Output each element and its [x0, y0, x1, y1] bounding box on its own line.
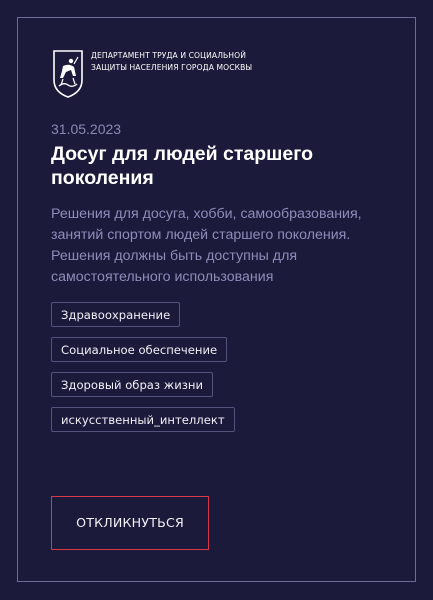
tag-healthy-lifestyle[interactable]: Здоровый образ жизни — [51, 372, 214, 397]
respond-button[interactable]: ОТКЛИКНУТЬСЯ — [51, 496, 209, 550]
moscow-coat-of-arms-icon — [51, 48, 85, 100]
tag-healthcare[interactable]: Здравоохранение — [51, 302, 181, 327]
challenge-title[interactable]: Досуг для людей старшего поколения — [51, 142, 371, 190]
tag-artificial-intelligence[interactable]: искусственный_интеллект — [51, 407, 235, 432]
organization-header: ДЕПАРТАМЕНТ ТРУДА И СОЦИАЛЬНОЙ ЗАЩИТЫ НА… — [51, 48, 261, 100]
challenge-card: ДЕПАРТАМЕНТ ТРУДА И СОЦИАЛЬНОЙ ЗАЩИТЫ НА… — [17, 17, 416, 582]
tag-social-security[interactable]: Социальное обеспечение — [51, 337, 228, 362]
organization-name: ДЕПАРТАМЕНТ ТРУДА И СОЦИАЛЬНОЙ ЗАЩИТЫ НА… — [91, 51, 253, 72]
challenge-description: Решения для досуга, хобби, самообразован… — [51, 206, 362, 285]
tag-list: Здравоохранение Социальное обеспечение З… — [51, 302, 381, 442]
publication-date: 31.05.2023 — [51, 121, 122, 137]
